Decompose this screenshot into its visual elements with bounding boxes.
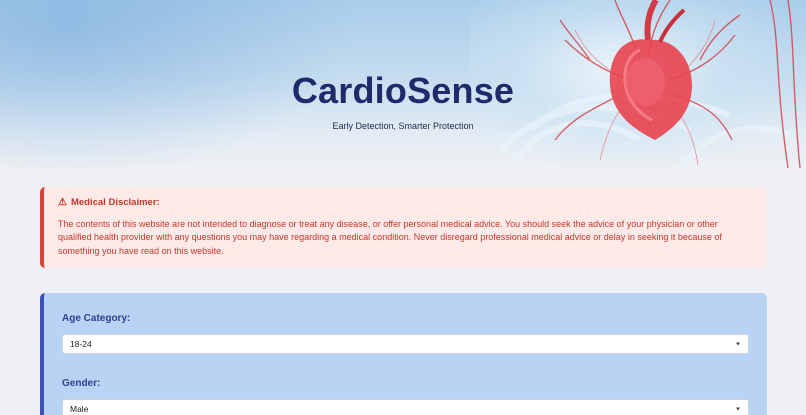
gender-value: Male <box>70 404 89 414</box>
disclaimer-text: The contents of this website are not int… <box>58 219 722 256</box>
age-category-value: 18-24 <box>70 339 92 349</box>
disclaimer-title: Medical Disclaimer: <box>70 197 160 208</box>
disclaimer-heading: ⚠ Medical Disclaimer: <box>58 197 753 208</box>
warning-icon: ⚠ <box>58 197 67 208</box>
chevron-down-icon <box>736 407 740 411</box>
gender-label: Gender: <box>62 378 101 389</box>
age-category-label: Age Category: <box>62 313 131 324</box>
chevron-down-icon <box>736 342 740 346</box>
gender-select[interactable]: Male <box>62 399 749 415</box>
page-title: CardioSense <box>291 70 515 111</box>
medical-disclaimer: ⚠ Medical Disclaimer: The contents of th… <box>40 187 767 268</box>
page-subtitle: Early Detection, Smarter Protection <box>332 121 474 131</box>
age-category-select[interactable]: 18-24 <box>62 334 749 354</box>
prediction-form: Age Category: 18-24 Gender: Male <box>40 293 767 415</box>
